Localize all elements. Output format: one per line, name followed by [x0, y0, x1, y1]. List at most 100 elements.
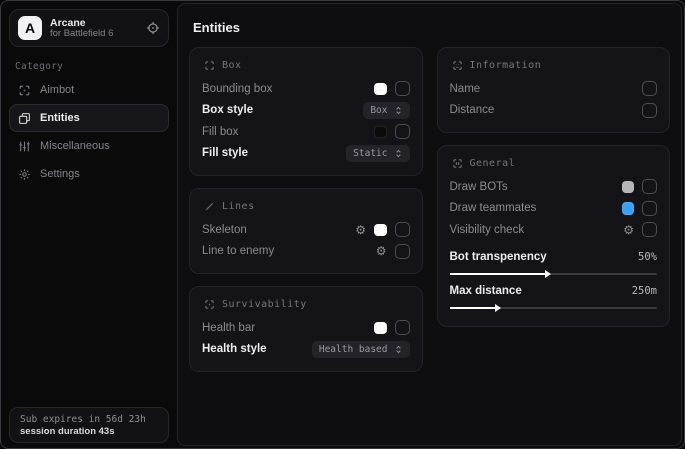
max-distance-slider[interactable]: [450, 307, 658, 309]
diagonal-line-icon: [204, 201, 215, 212]
checkbox[interactable]: [642, 81, 657, 96]
page-title: Entities: [193, 20, 670, 35]
chevrons-up-down-icon: [394, 106, 403, 115]
panel-box-title: Box: [222, 60, 242, 71]
color-swatch[interactable]: [622, 202, 635, 215]
entities-icon: [18, 112, 31, 125]
row-box-style: Box style Box: [202, 100, 410, 122]
scan-face-icon: [452, 60, 463, 71]
row-line-to-enemy: Line to enemy ⚙: [202, 241, 410, 263]
row-visibility-check: Visibility check ⚙: [450, 219, 658, 241]
panel-general-title: General: [470, 158, 516, 169]
sidebar-item-label: Settings: [40, 168, 80, 180]
checkbox[interactable]: [642, 222, 657, 237]
row-skeleton: Skeleton ⚙: [202, 219, 410, 241]
row-draw-bots: Draw BOTs: [450, 176, 658, 198]
slider-value: 250m: [632, 285, 657, 297]
bot-transparency-slider[interactable]: [450, 273, 658, 275]
color-swatch[interactable]: [374, 224, 387, 237]
row-draw-teammates: Draw teammates: [450, 198, 658, 220]
brand-card: A Arcane for Battlefield 6: [9, 9, 169, 47]
box-brackets-icon: [204, 60, 215, 71]
app-subtitle: for Battlefield 6: [50, 29, 138, 40]
sub-expiry-text: Sub expires in 56d 23h: [20, 414, 158, 425]
session-duration-text: session duration 43s: [20, 426, 158, 437]
checkbox[interactable]: [395, 81, 410, 96]
checkbox[interactable]: [642, 103, 657, 118]
slider-label: Bot transpenency: [450, 251, 547, 263]
sidebar-item-label: Miscellaneous: [40, 140, 110, 152]
row-label: Box style: [202, 104, 253, 116]
row-fill-box: Fill box: [202, 121, 410, 143]
row-name: Name: [450, 78, 658, 100]
sidebar-item-label: Aimbot: [40, 84, 74, 96]
crosshair-icon: [18, 84, 31, 97]
row-distance: Distance: [450, 100, 658, 122]
scope-icon[interactable]: [146, 21, 160, 35]
row-bounding-box: Bounding box: [202, 78, 410, 100]
row-health-style: Health style Health based: [202, 339, 410, 361]
panel-survivability: Survivability Health bar Health style: [189, 286, 423, 372]
panel-survivability-title: Survivability: [222, 299, 307, 310]
color-swatch[interactable]: [622, 181, 635, 194]
sidebar-item-miscellaneous[interactable]: Miscellaneous: [9, 132, 169, 160]
row-label: Name: [450, 83, 481, 95]
row-label: Health style: [202, 343, 267, 355]
row-label: Fill style: [202, 147, 248, 159]
checkbox[interactable]: [642, 179, 657, 194]
row-label: Visibility check: [450, 224, 525, 236]
color-swatch[interactable]: [374, 126, 387, 139]
scan-bars-icon: [452, 158, 463, 169]
gear-icon[interactable]: ⚙: [355, 224, 366, 236]
gear-icon[interactable]: ⚙: [376, 245, 387, 257]
sidebar-item-aimbot[interactable]: Aimbot: [9, 76, 169, 104]
sidebar-item-settings[interactable]: Settings: [9, 160, 169, 188]
box-style-dropdown[interactable]: Box: [363, 102, 409, 119]
row-label: Line to enemy: [202, 245, 274, 257]
checkbox[interactable]: [395, 320, 410, 335]
app-logo: A: [18, 16, 42, 40]
health-style-dropdown[interactable]: Health based: [312, 341, 410, 358]
panel-box: Box Bounding box Box style Box: [189, 47, 423, 176]
app-title: Arcane: [50, 17, 138, 29]
slider-fill: [450, 307, 496, 309]
row-fill-style: Fill style Static: [202, 143, 410, 165]
sidebar-item-entities[interactable]: Entities: [9, 104, 169, 132]
slider-fill: [450, 273, 545, 275]
sidebar-item-label: Entities: [40, 112, 80, 124]
app-window: A Arcane for Battlefield 6 Category: [0, 0, 685, 449]
row-label: Bounding box: [202, 83, 272, 95]
chevrons-up-down-icon: [394, 345, 403, 354]
panel-general: General Draw BOTs Draw teammates: [437, 145, 671, 327]
checkbox[interactable]: [395, 244, 410, 259]
chevrons-up-down-icon: [394, 149, 403, 158]
panel-lines-title: Lines: [222, 201, 255, 212]
slider-label: Max distance: [450, 285, 522, 297]
row-label: Distance: [450, 104, 495, 116]
color-swatch[interactable]: [374, 322, 387, 335]
row-label: Fill box: [202, 126, 238, 138]
row-label: Draw teammates: [450, 202, 537, 214]
checkbox[interactable]: [395, 222, 410, 237]
slider-value: 50%: [638, 251, 657, 263]
fill-style-dropdown[interactable]: Static: [346, 145, 409, 162]
checkbox[interactable]: [642, 201, 657, 216]
color-swatch[interactable]: [374, 83, 387, 96]
row-label: Draw BOTs: [450, 181, 508, 193]
checkbox[interactable]: [395, 124, 410, 139]
row-label: Skeleton: [202, 224, 247, 236]
category-label: Category: [15, 61, 169, 72]
panel-information: Information Name Distance: [437, 47, 671, 133]
survivability-brackets-icon: [204, 299, 215, 310]
max-distance-group: Max distance 250m: [450, 282, 658, 309]
row-health-bar: Health bar: [202, 317, 410, 339]
misc-grid-icon: [18, 140, 31, 153]
sidebar: A Arcane for Battlefield 6 Category: [1, 1, 177, 448]
main-content: Entities Box: [177, 3, 682, 446]
panel-information-title: Information: [470, 60, 542, 71]
gear-icon: [18, 168, 31, 181]
bot-transparency-group: Bot transpenency 50%: [450, 248, 658, 275]
gear-icon[interactable]: ⚙: [623, 224, 634, 236]
subscription-info-card: Sub expires in 56d 23h session duration …: [9, 407, 169, 443]
panel-lines: Lines Skeleton ⚙ Line to enemy ⚙: [189, 188, 423, 274]
